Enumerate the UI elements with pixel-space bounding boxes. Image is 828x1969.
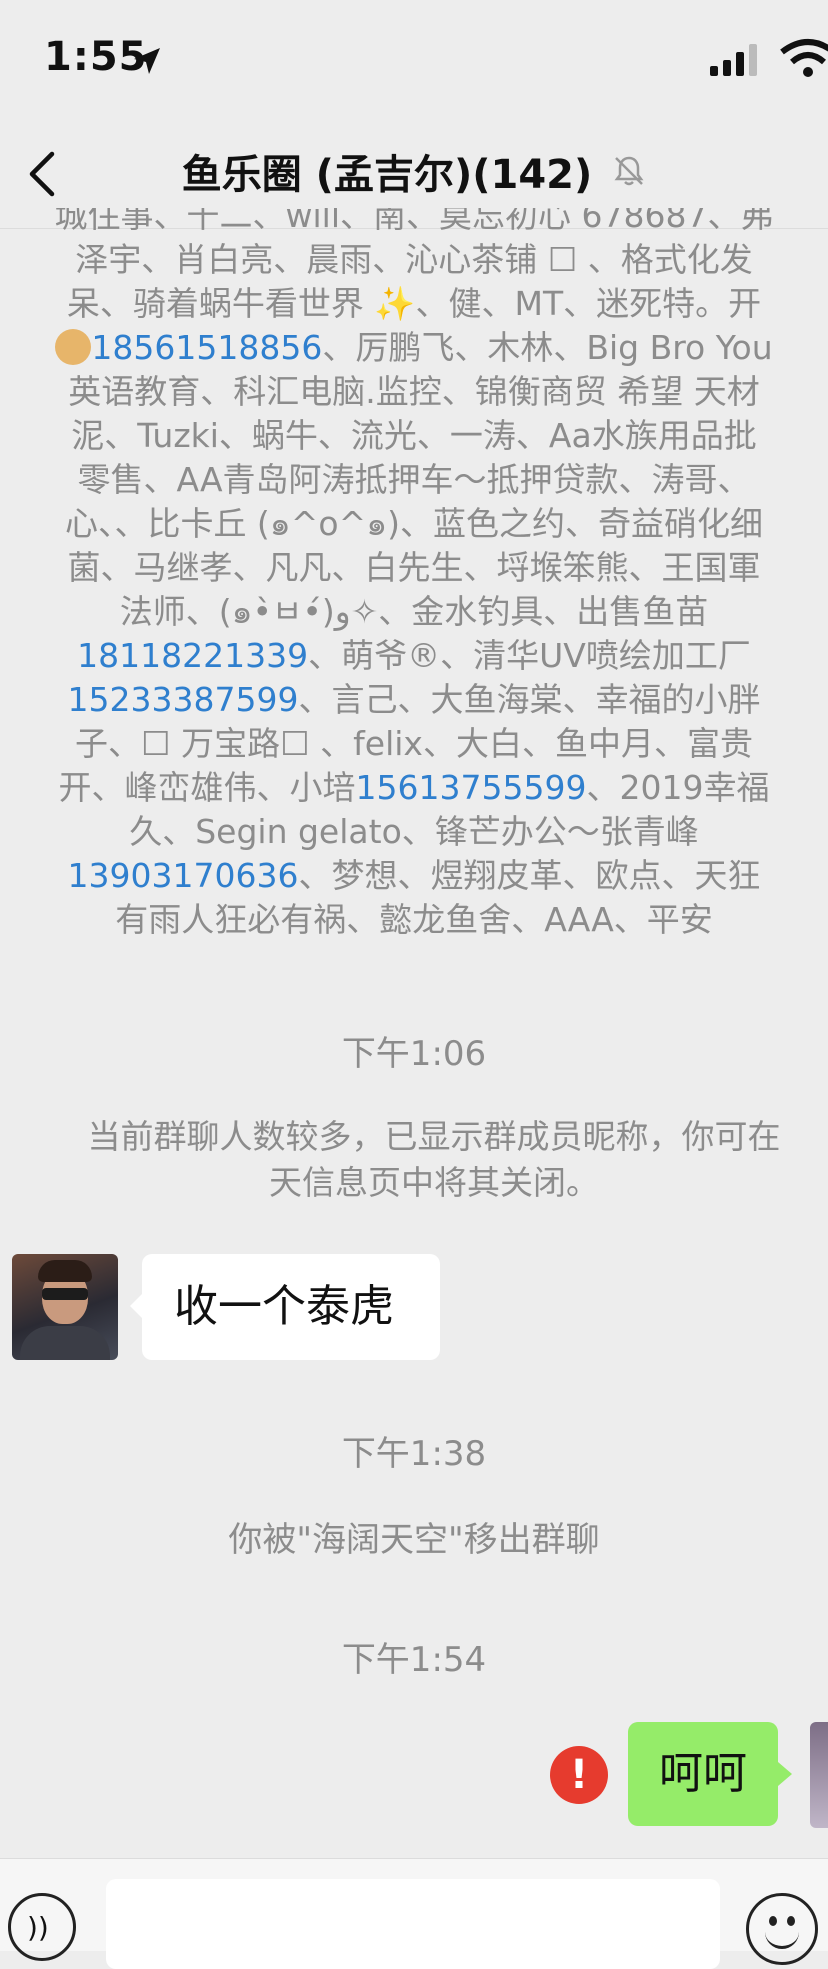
phone-link[interactable]: 18561518856 [91,328,322,367]
member-text: 、2019幸福 [586,768,770,807]
member-line: 18118221339、萌爷®、清华UV喷绘加工厂 [0,634,828,678]
cellular-signal-icon [710,44,757,76]
phone-link[interactable]: 15613755599 [356,768,587,807]
outgoing-message-bubble[interactable]: 呵呵 [628,1722,792,1826]
member-text: 、言己、大鱼海棠、幸福的小胖 [298,680,761,719]
my-avatar[interactable] [810,1722,828,1828]
voice-icon[interactable]: )) [8,1893,76,1961]
member-line: 开、峰峦雄伟、小培15613755599、2019幸福 [0,766,828,810]
member-line: 法师、(๑•̀ㅂ•́)و✧、金水钓具、出售鱼苗 [119,592,709,631]
member-line: 零售、AA青岛阿涛抵押车～抵押贷款、涛哥、 [77,460,751,499]
member-line: 菌、马继孝、凡凡、白先生、埒堠笨熊、王国軍 [67,548,761,587]
wifi-icon [780,39,828,77]
incoming-message-bubble[interactable]: 收一个泰虎 [130,1254,440,1360]
member-line: 城住事、千二、will、南、莫忘初心 678687、弗 [54,208,774,235]
location-arrow-icon [134,48,160,74]
member-line: 英语教育、科汇电脑.监控、锦衡商贸 希望 天材 [68,372,760,411]
timestamp: 下午1:54 [341,1640,487,1680]
notice-line: 当前群聊人数较多，已显示群成员昵称，你可在 [87,1117,781,1156]
chat-title-text: 鱼乐圈 (孟吉尔)(142) [181,152,593,198]
member-line: 13903170636、梦想、煜翔皮革、欧点、天狂 [0,854,828,898]
member-text: 开、峰峦雄伟、小培 [58,768,356,807]
member-text: 、萌爷®、清华UV喷绘加工厂 [308,636,751,675]
member-line: 15233387599、言己、大鱼海棠、幸福的小胖 [0,678,828,722]
sender-avatar[interactable] [12,1254,118,1360]
timestamp: 下午1:06 [341,1034,487,1074]
member-line: 泥、Tuzki、蜗牛、流光、一涛、Aa水族用品批 [71,416,757,455]
member-text: 、梦想、煜翔皮革、欧点、天狂 [298,856,761,895]
member-line: 有雨人狂必有祸、懿龙鱼舍、AAA、平安 [115,900,713,939]
input-bar: )) [0,1858,828,1969]
phone-link[interactable]: 18118221339 [77,636,308,675]
send-failed-icon[interactable]: ! [550,1746,608,1804]
phone-link[interactable]: 15233387599 [68,680,299,719]
member-line: 泽宇、肖白亮、晨雨、沁心茶铺 ☐ 、格式化发 [75,240,753,279]
notice-line: 天信息页中将其关闭。 [269,1163,599,1202]
phone-link[interactable]: 13903170636 [68,856,299,895]
member-line: 心、、比卡丘 (๑^o^๑)、蓝色之约、奇益硝化细 [64,504,764,543]
group-member-list: 城住事、千二、will、南、莫忘初心 678687、弗 泽宇、肖白亮、晨雨、沁心… [0,208,828,942]
member-text: 、厉鹏飞、木林、Big Bro You [322,328,773,367]
status-bar: 1:55 [0,0,828,120]
member-line: 18561518856、厉鹏飞、木林、Big Bro You [0,326,828,370]
member-line: 久、Segin gelato、锋芒办公～张青峰 [129,812,699,851]
emoji-avatar-icon [55,329,92,365]
member-line: 子、☐ 万宝路☐ 、felix、大白、鱼中月、富贵 [75,724,753,763]
chat-title[interactable]: 鱼乐圈 (孟吉尔)(142) [0,142,828,200]
group-size-notice: 当前群聊人数较多，已显示群成员昵称，你可在 天信息页中将其关闭。 [40,1114,828,1206]
emoji-icon[interactable] [746,1893,818,1965]
message-input[interactable] [106,1879,720,1969]
bell-slash-icon [614,156,644,186]
timestamp: 下午1:38 [341,1434,487,1474]
member-line: 呆、骑着蜗牛看世界 ✨、健、MT、迷死特。开 [66,284,762,323]
removed-notice: 你被"海阔天空"移出群聊 [228,1520,600,1560]
